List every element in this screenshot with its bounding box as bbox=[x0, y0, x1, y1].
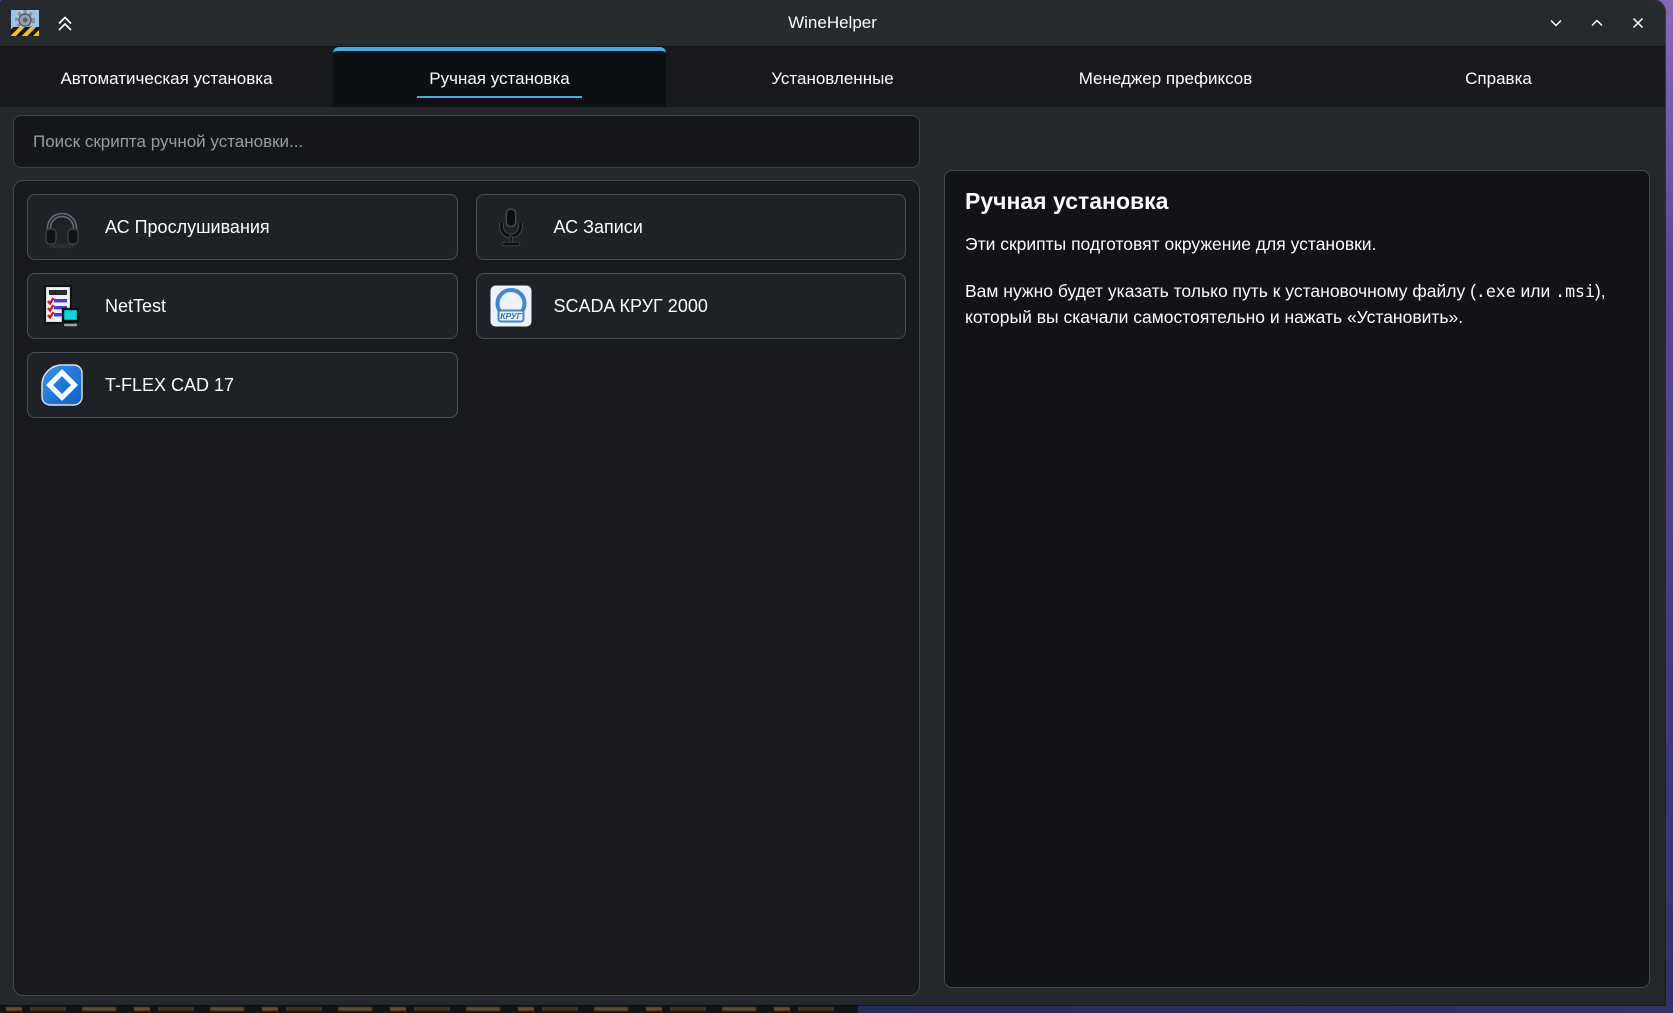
tab-help[interactable]: Справка bbox=[1332, 47, 1665, 107]
msi-extension-code: .msi bbox=[1555, 282, 1595, 301]
tab-manual-install[interactable]: Ручная установка bbox=[333, 47, 666, 107]
script-label: SCADA КРУГ 2000 bbox=[554, 296, 708, 317]
svg-text:КРУГ: КРУГ bbox=[500, 311, 522, 321]
info-title: Ручная установка bbox=[965, 188, 1629, 215]
search-input[interactable] bbox=[13, 115, 920, 168]
script-label: NetTest bbox=[105, 296, 166, 317]
desktop-background-sliver bbox=[0, 1004, 858, 1013]
checklist-monitor-icon bbox=[40, 284, 84, 328]
tab-prefix-manager[interactable]: Менеджер префиксов bbox=[999, 47, 1332, 107]
winehelper-window: WineHelper bbox=[0, 0, 1665, 1005]
info-panel: Ручная установка Эти скрипты подготовят … bbox=[944, 170, 1650, 988]
script-label: T-FLEX CAD 17 bbox=[105, 375, 234, 396]
tab-installed[interactable]: Установленные bbox=[666, 47, 999, 107]
script-button-nettest[interactable]: NetTest bbox=[27, 273, 458, 339]
info-paragraph-1: Эти скрипты подготовят окружение для уст… bbox=[965, 231, 1629, 258]
script-label: АС Прослушивания bbox=[105, 217, 270, 238]
tab-bar: Автоматическая установка Ручная установк… bbox=[0, 47, 1665, 107]
krug-logo-icon: КРУГ bbox=[489, 284, 533, 328]
desktop-terminal-text-blur bbox=[6, 1007, 848, 1011]
info-paragraph-2: Вам нужно будет указать только путь к ус… bbox=[965, 278, 1629, 331]
script-button-tflex-cad-17[interactable]: T-FLEX CAD 17 bbox=[27, 352, 458, 418]
script-button-scada-krug-2000[interactable]: КРУГ SCADA КРУГ 2000 bbox=[476, 273, 907, 339]
minimize-button[interactable] bbox=[1544, 11, 1568, 35]
tab-auto-install[interactable]: Автоматическая установка bbox=[0, 47, 333, 107]
winehelper-app-icon bbox=[10, 8, 40, 38]
tflex-logo-icon bbox=[40, 363, 84, 407]
headphones-icon bbox=[40, 205, 84, 249]
close-button[interactable] bbox=[1626, 11, 1650, 35]
scripts-panel: АС Прослушивания АС Запи bbox=[13, 180, 920, 996]
microphone-icon bbox=[489, 205, 533, 249]
main-content: АС Прослушивания АС Запи bbox=[0, 107, 1665, 1004]
titlebar[interactable]: WineHelper bbox=[0, 0, 1665, 47]
script-button-as-listening[interactable]: АС Прослушивания bbox=[27, 194, 458, 260]
shade-double-chevron-up-icon[interactable] bbox=[53, 11, 77, 35]
exe-extension-code: .exe bbox=[1476, 282, 1516, 301]
window-title: WineHelper bbox=[0, 13, 1665, 33]
script-button-as-recording[interactable]: АС Записи bbox=[476, 194, 907, 260]
script-label: АС Записи bbox=[554, 217, 643, 238]
scripts-column: АС Прослушивания АС Запи bbox=[13, 115, 920, 996]
maximize-button[interactable] bbox=[1585, 11, 1609, 35]
